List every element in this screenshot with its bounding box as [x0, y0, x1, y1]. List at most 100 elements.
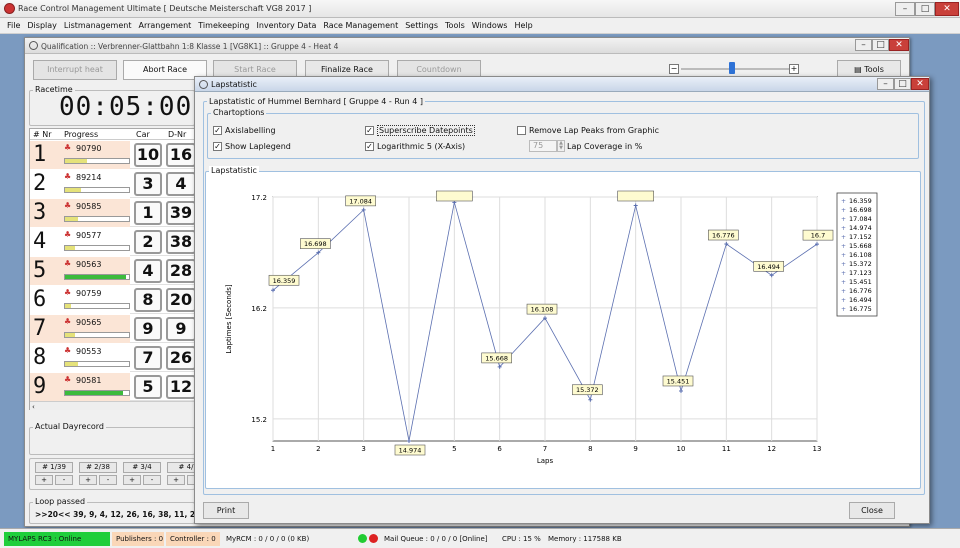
driver-number-box[interactable]: 28 [166, 259, 196, 283]
window-icon [29, 41, 38, 50]
table-row[interactable]: 6 ♣ 90759 8 20 [30, 286, 196, 314]
counter-plus-button[interactable]: + [35, 475, 53, 485]
car-number-box[interactable]: 4 [134, 259, 162, 283]
car-number-box[interactable]: 7 [134, 346, 162, 370]
driver-number-box[interactable]: 12 [166, 375, 196, 399]
counter-plus-button[interactable]: + [79, 475, 97, 485]
zoom-slider-track[interactable] [681, 68, 791, 70]
x-tick-label: 8 [588, 445, 592, 453]
coverage-spinner[interactable]: ▲ ▼ [557, 140, 565, 152]
chartoptions-label: Chartoptions [211, 108, 267, 117]
driver-number-box[interactable]: 38 [166, 230, 196, 254]
qual-close-button[interactable]: ✕ [889, 39, 909, 51]
horizontal-scrollbar[interactable]: ‹ [30, 401, 194, 411]
car-number-box[interactable]: 2 [134, 230, 162, 254]
col-progress: Progress [64, 130, 99, 139]
close-lap-button[interactable]: Close [849, 502, 895, 519]
menu-inventory-data[interactable]: Inventory Data [257, 18, 317, 34]
menu-timekeeping[interactable]: Timekeeping [198, 18, 249, 34]
remove-peaks-checkbox[interactable] [517, 126, 526, 135]
slider-plus[interactable]: + [789, 64, 799, 74]
table-row[interactable]: 2 ♣ 89214 3 4 [30, 170, 196, 198]
lap-close-button[interactable]: ✕ [911, 78, 929, 90]
counter-plus-button[interactable]: + [123, 475, 141, 485]
legend-marker: + [841, 234, 846, 241]
lap-minimize-button[interactable]: – [877, 78, 894, 90]
status-bar: MYLAPS RC3 : Online Publishers : 0 Contr… [0, 528, 960, 548]
car-number-box[interactable]: 9 [134, 317, 162, 341]
car-number-box[interactable]: 10 [134, 143, 162, 167]
car-number-box[interactable]: 5 [134, 375, 162, 399]
data-label: 16.108 [531, 306, 554, 314]
row-nr: 6 [33, 287, 47, 312]
menu-listmanagement[interactable]: Listmanagement [64, 18, 132, 34]
counter-minus-button[interactable]: - [99, 475, 117, 485]
driver-number-box[interactable]: 9 [166, 317, 196, 341]
driver-number-box[interactable]: 16 [166, 143, 196, 167]
driver-number-box[interactable]: 4 [166, 172, 196, 196]
menu-file[interactable]: File [7, 18, 20, 34]
table-row[interactable]: 1 ♣ 90790 10 16 [30, 141, 196, 169]
slider-minus[interactable]: − [669, 64, 679, 74]
axislabelling-checkbox[interactable]: ✓ [213, 126, 222, 135]
legend-entry: 17.152 [849, 233, 872, 241]
x-tick-label: 10 [677, 445, 686, 453]
myrcm-status: MyRCM : 0 / 0 / 0 (0 KB) [226, 535, 310, 543]
counter-minus-button[interactable]: - [143, 475, 161, 485]
superscribe-checkbox[interactable]: ✓ [365, 126, 374, 135]
table-row[interactable]: 8 ♣ 90553 7 26 [30, 344, 196, 372]
car-number-box[interactable]: 3 [134, 172, 162, 196]
counter-minus-button[interactable]: - [55, 475, 73, 485]
qual-minimize-button[interactable]: – [855, 39, 872, 51]
progress-bar [64, 303, 130, 309]
row-nr: 9 [33, 374, 47, 399]
x-tick-label: 13 [813, 445, 822, 453]
menu-help[interactable]: Help [514, 18, 532, 34]
menu-display[interactable]: Display [27, 18, 57, 34]
maximize-button[interactable]: □ [915, 2, 935, 16]
car-number-box[interactable]: 1 [134, 201, 162, 225]
table-row[interactable]: 7 ♣ 90565 9 9 [30, 315, 196, 343]
counter-plus-button[interactable]: + [167, 475, 185, 485]
menu-windows[interactable]: Windows [472, 18, 508, 34]
close-button[interactable]: ✕ [935, 2, 959, 16]
minimize-button[interactable]: – [895, 2, 915, 16]
counter-label: # 2/38 [79, 462, 117, 473]
col-dnr: D-Nr [168, 130, 187, 139]
qualification-title: Qualification :: Verbrenner-Glattbahn 1:… [41, 42, 339, 51]
transponder-number: 90577 [76, 231, 102, 240]
chartoptions-group [207, 113, 919, 159]
driver-number-box[interactable]: 26 [166, 346, 196, 370]
table-row[interactable]: 3 ♣ 90585 1 39 [30, 199, 196, 227]
menu-race-management[interactable]: Race Management [323, 18, 398, 34]
car-number-box[interactable]: 8 [134, 288, 162, 312]
logarithmic-label: Logarithmic 5 (X-Axis) [377, 142, 466, 151]
menu-settings[interactable]: Settings [405, 18, 438, 34]
x-tick-label: 3 [361, 445, 365, 453]
logarithmic-checkbox[interactable]: ✓ [365, 142, 374, 151]
laplegend-checkbox[interactable]: ✓ [213, 142, 222, 151]
transponder-number: 90585 [76, 202, 102, 211]
print-button[interactable]: Print [203, 502, 249, 519]
table-row[interactable]: 5 ♣ 90563 4 28 [30, 257, 196, 285]
menu-arrangement[interactable]: Arrangement [138, 18, 191, 34]
zoom-slider-thumb[interactable] [729, 62, 735, 74]
data-label: 16.698 [304, 240, 327, 248]
app-titlebar: Race Control Management Ultimate [ Deuts… [0, 0, 960, 18]
coverage-input[interactable]: 75 [529, 140, 557, 152]
driver-number-box[interactable]: 39 [166, 201, 196, 225]
menu-tools[interactable]: Tools [445, 18, 465, 34]
legend-entry: 15.372 [849, 260, 872, 268]
counter-label: # 3/4 [123, 462, 161, 473]
car-icon: ♣ [64, 172, 72, 181]
lap-maximize-button[interactable]: □ [894, 78, 911, 90]
axislabelling-label: Axislabelling [225, 126, 276, 135]
interrupt-heat-button[interactable]: Interrupt heat [33, 60, 117, 80]
table-row[interactable]: 9 ♣ 90581 5 12 [30, 373, 196, 401]
driver-number-box[interactable]: 20 [166, 288, 196, 312]
loop-label: Loop passed [33, 497, 88, 506]
row-nr: 4 [33, 229, 47, 254]
qual-maximize-button[interactable]: □ [872, 39, 889, 51]
scroll-left-icon[interactable]: ‹ [30, 403, 35, 411]
table-row[interactable]: 4 ♣ 90577 2 38 [30, 228, 196, 256]
